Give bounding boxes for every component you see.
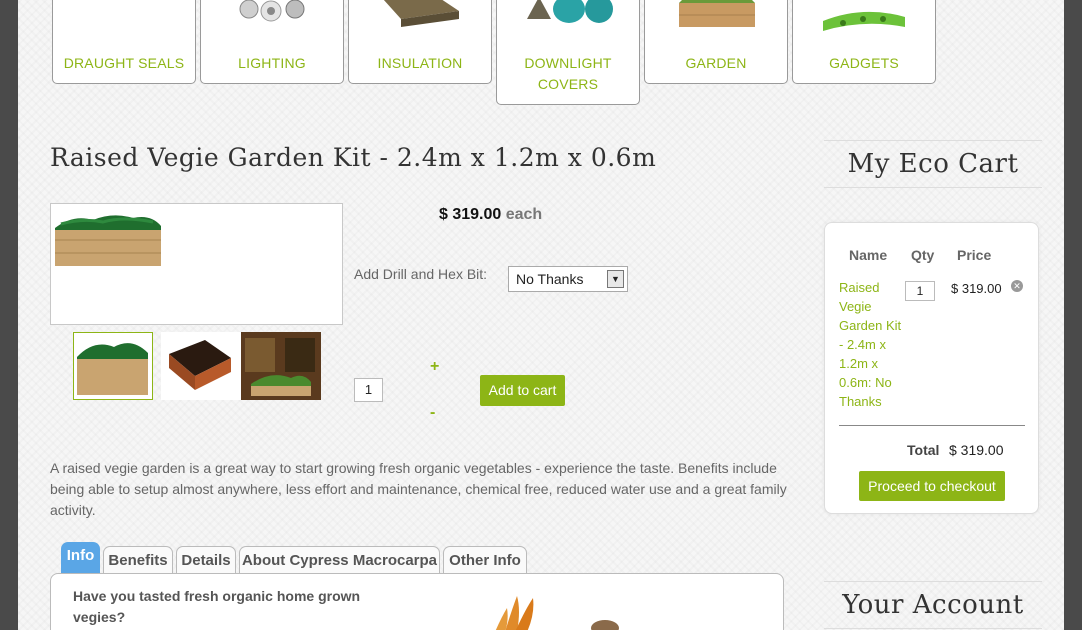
tab-benefits[interactable]: Benefits <box>103 546 173 574</box>
cart-total-value: $ 319.00 <box>949 442 1004 458</box>
category-label: LIGHTING <box>238 55 306 71</box>
draught-seals-image <box>53 0 195 35</box>
gadgets-image <box>793 0 935 35</box>
quantity-input[interactable]: 1 <box>354 378 383 402</box>
price-value: $ 319.00 <box>439 206 502 223</box>
account-title: Your Account <box>824 581 1042 629</box>
cart-panel: Name Qty Price Raised Vegie Garden Kit -… <box>824 222 1039 514</box>
category-label: DRAUGHT SEALS <box>63 55 185 71</box>
product-price: $ 319.00 each <box>439 206 542 224</box>
cart-total-label: Total <box>907 442 940 458</box>
drill-hex-bit-select[interactable]: No Thanks ▼ <box>508 266 628 292</box>
tab-panel-heading: Have you tasted fresh organic home grown… <box>73 588 361 625</box>
cart-col-name: Name <box>849 247 888 263</box>
cart-divider <box>839 425 1025 426</box>
tab-other-info[interactable]: Other Info <box>443 546 527 574</box>
product-title: Raised Vegie Garden Kit - 2.4m x 1.2m x … <box>50 143 657 172</box>
cart-item-name[interactable]: Raised Vegie Garden Kit - 2.4m x 1.2m x … <box>839 278 903 411</box>
dropdown-arrow-icon[interactable]: ▼ <box>607 270 624 288</box>
product-main-image[interactable] <box>50 203 343 325</box>
product-description: A raised vegie garden is a great way to … <box>50 460 787 518</box>
tab-details[interactable]: Details <box>176 546 236 574</box>
category-gadgets[interactable]: GADGETS <box>792 0 936 84</box>
category-label: GARDEN <box>685 55 747 71</box>
select-value: No Thanks <box>516 271 584 287</box>
category-label: DOWNLIGHT COVERS <box>524 55 612 92</box>
cart-title: My Eco Cart <box>824 140 1042 188</box>
category-label: INSULATION <box>377 55 463 71</box>
proceed-to-checkout-button[interactable]: Proceed to checkout <box>859 471 1005 501</box>
lighting-image <box>201 0 343 35</box>
garden-image <box>645 0 787 35</box>
cart-item-quantity-input[interactable]: 1 <box>905 281 935 301</box>
vegetables-image <box>495 596 619 630</box>
tab-about-cypress-macrocarpa[interactable]: About Cypress Macrocarpa <box>239 546 440 574</box>
product-thumbnail[interactable] <box>241 332 321 400</box>
cart-item-price: $ 319.00 <box>951 281 1002 296</box>
quantity-increase-button[interactable]: + <box>430 358 439 376</box>
product-thumbnail[interactable] <box>73 332 153 400</box>
category-garden[interactable]: GARDEN <box>644 0 788 84</box>
downlight-covers-image <box>497 0 639 35</box>
product-thumbnail[interactable] <box>161 332 241 400</box>
cart-col-qty: Qty <box>911 247 935 263</box>
quantity-decrease-button[interactable]: - <box>430 404 435 422</box>
page: DRAUGHT SEALS LIGHTING INSULATION DOWNLI… <box>18 0 1064 630</box>
price-unit: each <box>505 206 543 223</box>
tab-panel: Have you tasted fresh organic home grown… <box>50 573 784 630</box>
insulation-image <box>349 0 491 35</box>
category-label: GADGETS <box>829 55 899 71</box>
category-insulation[interactable]: INSULATION <box>348 0 492 84</box>
category-draught-seals[interactable]: DRAUGHT SEALS <box>52 0 196 84</box>
add-to-cart-button[interactable]: Add to cart <box>480 375 565 406</box>
category-lighting[interactable]: LIGHTING <box>200 0 344 84</box>
option-label: Add Drill and Hex Bit: <box>354 266 488 282</box>
tab-info[interactable]: Info <box>61 542 100 574</box>
remove-item-icon[interactable]: ✕ <box>1011 280 1023 292</box>
cart-col-price: Price <box>957 247 992 263</box>
category-downlight-covers[interactable]: DOWNLIGHT COVERS <box>496 0 640 105</box>
